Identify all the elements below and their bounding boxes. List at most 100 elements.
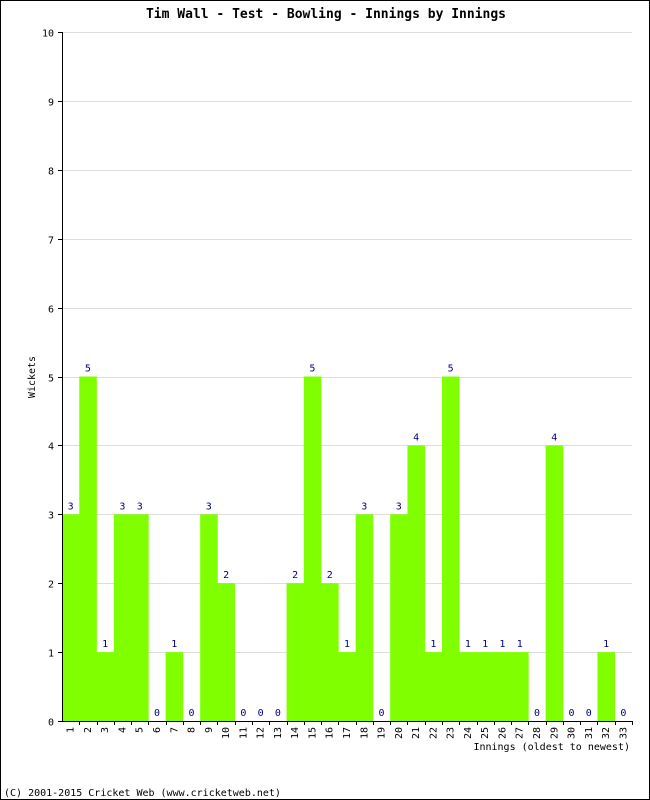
data-label: 2: [292, 570, 298, 581]
data-label: 0: [534, 708, 540, 719]
x-tick-label: 10: [221, 727, 232, 739]
x-axis-title: Innings (oldest to newest): [473, 742, 630, 753]
data-label: 5: [85, 364, 91, 375]
bar: [303, 376, 322, 721]
chart-title: Tim Wall - Test - Bowling - Innings by I…: [146, 7, 506, 22]
x-tick-label: 3: [100, 727, 111, 733]
data-label: 0: [569, 708, 575, 719]
chart-frame: Tim Wall - Test - Bowling - Innings by I…: [0, 0, 650, 800]
bar: [390, 514, 408, 721]
data-label: 5: [309, 364, 315, 375]
data-label: 3: [206, 501, 212, 512]
x-tick-label: 15: [307, 727, 318, 739]
bar: [62, 514, 80, 721]
x-tick-label: 20: [394, 727, 405, 739]
bar: [165, 652, 184, 721]
x-tick-label: 17: [342, 727, 353, 739]
copyright-footer: (C) 2001-2015 Cricket Web (www.cricketwe…: [4, 788, 281, 799]
y-tick-label: 8: [48, 167, 54, 178]
bar: [545, 445, 564, 721]
data-label: 2: [223, 570, 229, 581]
data-label: 3: [361, 501, 367, 512]
bar-chart: Tim Wall - Test - Bowling - Innings by I…: [4, 7, 633, 799]
x-tick-label: 27: [515, 727, 526, 739]
x-tick-label: 21: [411, 727, 422, 739]
bars: [62, 376, 616, 721]
bar: [407, 445, 426, 721]
data-label: 0: [275, 708, 281, 719]
data-label: 0: [586, 708, 592, 719]
data-label: 3: [396, 501, 402, 512]
x-tick-label: 6: [152, 727, 163, 733]
data-label: 0: [189, 708, 195, 719]
bar: [511, 652, 529, 721]
x-tick-label: 33: [618, 727, 629, 739]
x-tick-label: 16: [325, 727, 336, 739]
x-tick-label: 4: [117, 727, 128, 733]
x-tick-label: 2: [83, 727, 94, 733]
data-label: 4: [551, 432, 557, 443]
data-label: 0: [620, 708, 626, 719]
data-label: 1: [344, 639, 350, 650]
x-tick-label: 30: [567, 727, 578, 739]
y-tick-label: 1: [48, 649, 54, 660]
bar: [286, 583, 305, 721]
bar: [96, 652, 115, 721]
data-label: 0: [258, 708, 264, 719]
bar: [79, 376, 97, 721]
x-tick-labels: 1 2 3 4 5 6 7 8 9 10 11 12 13 14 15 16 17 18 19 20 21 22 23 24 2…: [66, 727, 630, 739]
bar: [424, 652, 443, 721]
x-tick-label: 5: [135, 727, 146, 733]
y-tick-label: 9: [48, 98, 54, 109]
data-label: 1: [102, 639, 108, 650]
x-tick-label: 9: [204, 727, 215, 733]
x-tick-label: 8: [187, 727, 198, 733]
y-tick-label: 10: [42, 29, 54, 40]
x-tick-label: 24: [463, 727, 474, 739]
y-tick-label: 0: [48, 718, 54, 729]
bar: [113, 514, 132, 721]
data-label: 3: [137, 501, 143, 512]
x-tick-label: 25: [480, 727, 491, 739]
y-tick-label: 6: [48, 305, 54, 316]
data-label: 1: [499, 639, 505, 650]
x-tick-label: 18: [359, 727, 370, 739]
data-label: 4: [413, 432, 419, 443]
bar: [597, 652, 616, 721]
bar: [321, 583, 339, 721]
x-tick-label: 32: [601, 727, 612, 739]
x-tick-label: 26: [497, 727, 508, 739]
x-tick-label: 28: [532, 727, 543, 739]
data-label: 1: [603, 639, 609, 650]
y-tick-label: 7: [48, 236, 54, 247]
data-label: 1: [171, 639, 177, 650]
data-label: 3: [68, 501, 74, 512]
data-label: 0: [154, 708, 160, 719]
data-label: 1: [517, 639, 523, 650]
x-tick-label: 29: [549, 727, 560, 739]
data-label: 1: [430, 639, 436, 650]
x-tick-label: 11: [238, 727, 249, 739]
data-label: 3: [119, 501, 125, 512]
x-tick-label: 31: [584, 727, 595, 739]
data-label: 0: [379, 708, 385, 719]
bar: [200, 514, 218, 721]
x-tick-label: 1: [66, 727, 77, 733]
x-tick-label: 7: [169, 727, 180, 733]
data-label: 2: [327, 570, 333, 581]
bar: [355, 514, 374, 721]
data-label: 1: [465, 639, 471, 650]
data-label: 5: [448, 364, 454, 375]
bar: [217, 583, 236, 721]
bar: [476, 652, 495, 721]
bar: [493, 652, 512, 721]
x-tick-label: 13: [273, 727, 284, 739]
bar: [442, 376, 460, 721]
x-tick-label: 12: [256, 727, 267, 739]
bar: [131, 514, 149, 721]
data-label: 1: [482, 639, 488, 650]
y-tick-label: 2: [48, 580, 54, 591]
x-tick-label: 23: [446, 727, 457, 739]
data-label: 0: [240, 708, 246, 719]
x-tick-label: 14: [290, 727, 301, 739]
